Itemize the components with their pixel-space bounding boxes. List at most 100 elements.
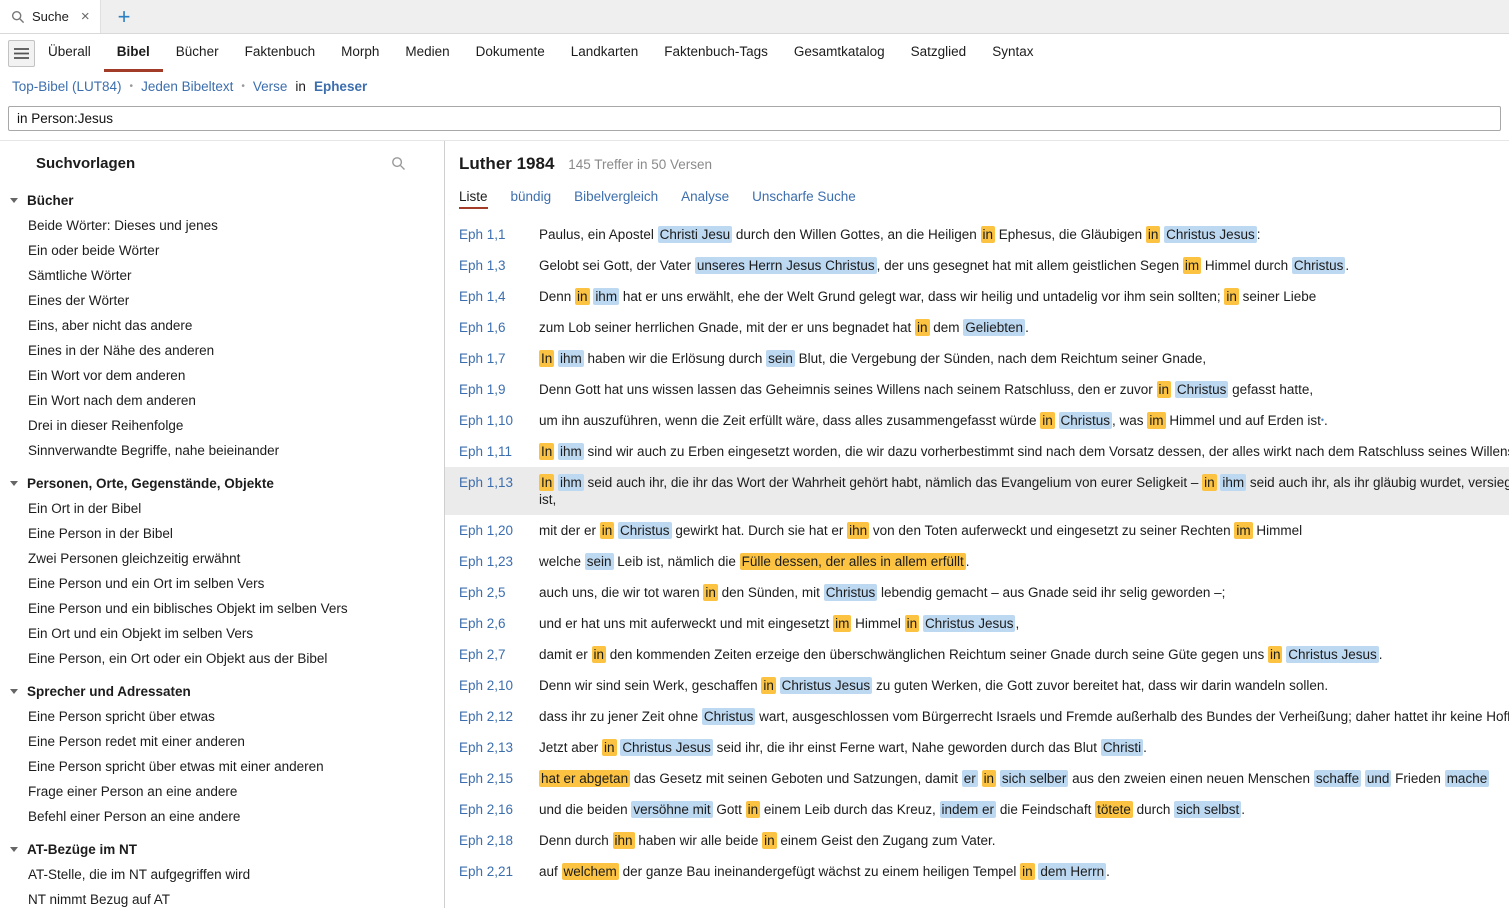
verse-reference-link[interactable]: Eph 1,11 <box>459 443 539 460</box>
verse-reference-link[interactable]: Eph 1,9 <box>459 381 539 398</box>
verse-reference-link[interactable]: Eph 1,4 <box>459 288 539 305</box>
sidebar-section-personen-orte-gegenstände-objekte[interactable]: Personen, Orte, Gegenstände, Objekte <box>10 471 444 496</box>
search-template-eine-person-in-der-bibel[interactable]: Eine Person in der Bibel <box>10 521 444 546</box>
search-template-befehl-einer-person-an-eine-andere[interactable]: Befehl einer Person an eine andere <box>10 804 444 829</box>
verse-reference-link[interactable]: Eph 2,7 <box>459 646 539 663</box>
toolbar-item-gesamtkatalog[interactable]: Gesamtkatalog <box>781 34 898 72</box>
view-tab-bibelvergleich[interactable]: Bibelvergleich <box>574 189 658 209</box>
verse-reference-link[interactable]: Eph 2,12 <box>459 708 539 725</box>
result-row[interactable]: Eph 1,3 Gelobt sei Gott, der Vater unsere… <box>445 250 1509 281</box>
result-row[interactable]: Eph 2,15 hat er abgetan das Gesetz mit se… <box>445 763 1509 794</box>
verse-reference-link[interactable]: Eph 2,10 <box>459 677 539 694</box>
breadcrumb-top-bibel-lut84[interactable]: Top-Bibel (LUT84) <box>12 79 122 94</box>
verse-reference-link[interactable]: Eph 2,16 <box>459 801 539 818</box>
toolbar-item-medien[interactable]: Medien <box>392 34 462 72</box>
result-row[interactable]: Eph 2,7 damit er in den kommenden Zeiten … <box>445 639 1509 670</box>
toolbar-item-überall[interactable]: Überall <box>35 34 104 72</box>
toolbar-item-faktenbuch[interactable]: Faktenbuch <box>232 34 329 72</box>
search-template-ein-ort-in-der-bibel[interactable]: Ein Ort in der Bibel <box>10 496 444 521</box>
result-row[interactable]: Eph 1,13 In ihm seid auch ihr, die ihr da… <box>445 467 1509 515</box>
search-template-eine-person-und-ein-ort-im-selben-vers[interactable]: Eine Person und ein Ort im selben Vers <box>10 571 444 596</box>
result-row[interactable]: Eph 1,23 welche sein Leib ist, nämlich di… <box>445 546 1509 577</box>
result-row[interactable]: Eph 2,10 Denn wir sind sein Werk, geschaf… <box>445 670 1509 701</box>
search-template-sinnverwandte-begriffe-nahe-beieinander[interactable]: Sinnverwandte Begriffe, nahe beieinander <box>10 438 444 463</box>
result-row[interactable]: Eph 1,1 Paulus, ein Apostel Christi Jesu … <box>445 219 1509 250</box>
new-tab-button[interactable]: + <box>118 5 131 27</box>
result-row[interactable]: Eph 2,21 auf welchem der ganze Bau ineina… <box>445 856 1509 887</box>
result-row[interactable]: Eph 2,18 Denn durch ihn haben wir alle be… <box>445 825 1509 856</box>
sidebar-section-bücher[interactable]: Bücher <box>10 188 444 213</box>
result-row[interactable]: Eph 2,6 und er hat uns mit auferweckt und… <box>445 608 1509 639</box>
search-template-eines-der-wörter[interactable]: Eines der Wörter <box>10 288 444 313</box>
search-template-eine-person-spricht-über-etwas[interactable]: Eine Person spricht über etwas <box>10 704 444 729</box>
search-template-frage-einer-person-an-eine-andere[interactable]: Frage einer Person an eine andere <box>10 779 444 804</box>
result-row[interactable]: Eph 1,11 In ihm sind wir auch zu Erben ei… <box>445 436 1509 467</box>
verse-reference-link[interactable]: Eph 2,13 <box>459 739 539 756</box>
search-template-ein-wort-nach-dem-anderen[interactable]: Ein Wort nach dem anderen <box>10 388 444 413</box>
toolbar-item-satzglied[interactable]: Satzglied <box>898 34 980 72</box>
close-icon[interactable]: × <box>81 9 90 24</box>
verse-reference-link[interactable]: Eph 1,20 <box>459 522 539 539</box>
search-template-drei-in-dieser-reihenfolge[interactable]: Drei in dieser Reihenfolge <box>10 413 444 438</box>
verse-reference-link[interactable]: Eph 1,23 <box>459 553 539 570</box>
verse-text: In ihm haben wir die Erlösung durch sein… <box>539 350 1207 367</box>
verse-reference-link[interactable]: Eph 1,13 <box>459 474 539 508</box>
toolbar-item-bibel[interactable]: Bibel <box>103 34 163 72</box>
toolbar-item-syntax[interactable]: Syntax <box>979 34 1046 72</box>
result-row[interactable]: Eph 1,7 In ihm haben wir die Erlösung dur… <box>445 343 1509 374</box>
verse-reference-link[interactable]: Eph 2,21 <box>459 863 539 880</box>
verse-reference-link[interactable]: Eph 2,18 <box>459 832 539 849</box>
view-tab-liste[interactable]: Liste <box>459 189 488 209</box>
search-template-beide-wörter-dieses-und-jenes[interactable]: Beide Wörter: Dieses und jenes <box>10 213 444 238</box>
verse-reference-link[interactable]: Eph 2,15 <box>459 770 539 787</box>
search-template-eins-aber-nicht-das-andere[interactable]: Eins, aber nicht das andere <box>10 313 444 338</box>
search-template-eine-person-und-ein-biblisches-objekt-im-selben-vers[interactable]: Eine Person und ein biblisches Objekt im… <box>10 596 444 621</box>
search-input[interactable] <box>8 106 1501 131</box>
breadcrumb-jeden-bibeltext[interactable]: Jeden Bibeltext <box>141 79 233 94</box>
highlight-person: Christus <box>701 708 756 725</box>
search-template-eines-in-der-nähe-des-anderen[interactable]: Eines in der Nähe des anderen <box>10 338 444 363</box>
verse-reference-link[interactable]: Eph 1,3 <box>459 257 539 274</box>
toolbar-item-morph[interactable]: Morph <box>328 34 392 72</box>
verse-reference-link[interactable]: Eph 1,1 <box>459 226 539 243</box>
sidebar-section-at-bezüge-im-nt[interactable]: AT-Bezüge im NT <box>10 837 444 862</box>
view-tab-unscharfe-suche[interactable]: Unscharfe Suche <box>752 189 856 209</box>
search-template-ein-wort-vor-dem-anderen[interactable]: Ein Wort vor dem anderen <box>10 363 444 388</box>
view-tab-bündig[interactable]: bündig <box>511 189 552 209</box>
verse-text: und die beiden versöhne mit Gott in eine… <box>539 801 1245 818</box>
sidebar-section-sprecher-und-adressaten[interactable]: Sprecher und Adressaten <box>10 679 444 704</box>
search-template-sämtliche-wörter[interactable]: Sämtliche Wörter <box>10 263 444 288</box>
result-row[interactable]: Eph 1,9 Denn Gott hat uns wissen lassen d… <box>445 374 1509 405</box>
search-template-eine-person-redet-mit-einer-anderen[interactable]: Eine Person redet mit einer anderen <box>10 729 444 754</box>
verse-reference-link[interactable]: Eph 1,6 <box>459 319 539 336</box>
result-row[interactable]: Eph 2,12 dass ihr zu jener Zeit ohne Chri… <box>445 701 1509 732</box>
search-template-eine-person-spricht-über-etwas-mit-einer-anderen[interactable]: Eine Person spricht über etwas mit einer… <box>10 754 444 779</box>
verse-reference-link[interactable]: Eph 2,5 <box>459 584 539 601</box>
result-row[interactable]: Eph 1,10 um ihn auszuführen, wenn die Zei… <box>445 405 1509 436</box>
breadcrumb-verse[interactable]: Verse <box>253 79 288 94</box>
search-template-nt-nimmt-bezug-auf-at[interactable]: NT nimmt Bezug auf AT <box>10 887 444 908</box>
toolbar-item-faktenbuch-tags[interactable]: Faktenbuch-Tags <box>651 34 781 72</box>
tab-suche[interactable]: Suche × <box>0 0 101 33</box>
toolbar-item-bücher[interactable]: Bücher <box>163 34 232 72</box>
menu-button[interactable] <box>8 39 35 67</box>
sidebar-search-icon[interactable] <box>391 156 406 171</box>
breadcrumb-epheser[interactable]: Epheser <box>314 79 367 94</box>
toolbar-item-landkarten[interactable]: Landkarten <box>558 34 652 72</box>
verse-reference-link[interactable]: Eph 1,7 <box>459 350 539 367</box>
result-row[interactable]: Eph 2,5 auch uns, die wir tot waren in de… <box>445 577 1509 608</box>
search-template-at-stelle-die-im-nt-aufgegriffen-wird[interactable]: AT-Stelle, die im NT aufgegriffen wird <box>10 862 444 887</box>
verse-reference-link[interactable]: Eph 1,10 <box>459 412 539 429</box>
search-template-zwei-personen-gleichzeitig-erwähnt[interactable]: Zwei Personen gleichzeitig erwähnt <box>10 546 444 571</box>
result-row[interactable]: Eph 1,20 mit der er in Christus gewirkt h… <box>445 515 1509 546</box>
verse-reference-link[interactable]: Eph 2,6 <box>459 615 539 632</box>
search-template-eine-person-ein-ort-oder-ein-objekt-aus-der-bibel[interactable]: Eine Person, ein Ort oder ein Objekt aus… <box>10 646 444 671</box>
result-row[interactable]: Eph 1,4 Denn in ihm hat er uns erwählt, e… <box>445 281 1509 312</box>
result-row[interactable]: Eph 1,6 zum Lob seiner herrlichen Gnade, … <box>445 312 1509 343</box>
toolbar-item-dokumente[interactable]: Dokumente <box>463 34 558 72</box>
search-template-ein-oder-beide-wörter[interactable]: Ein oder beide Wörter <box>10 238 444 263</box>
result-row[interactable]: Eph 2,13 Jetzt aber in Christus Jesus sei… <box>445 732 1509 763</box>
search-template-ein-ort-und-ein-objekt-im-selben-vers[interactable]: Ein Ort und ein Objekt im selben Vers <box>10 621 444 646</box>
view-tab-analyse[interactable]: Analyse <box>681 189 729 209</box>
result-row[interactable]: Eph 2,16 und die beiden versöhne mit Gott… <box>445 794 1509 825</box>
